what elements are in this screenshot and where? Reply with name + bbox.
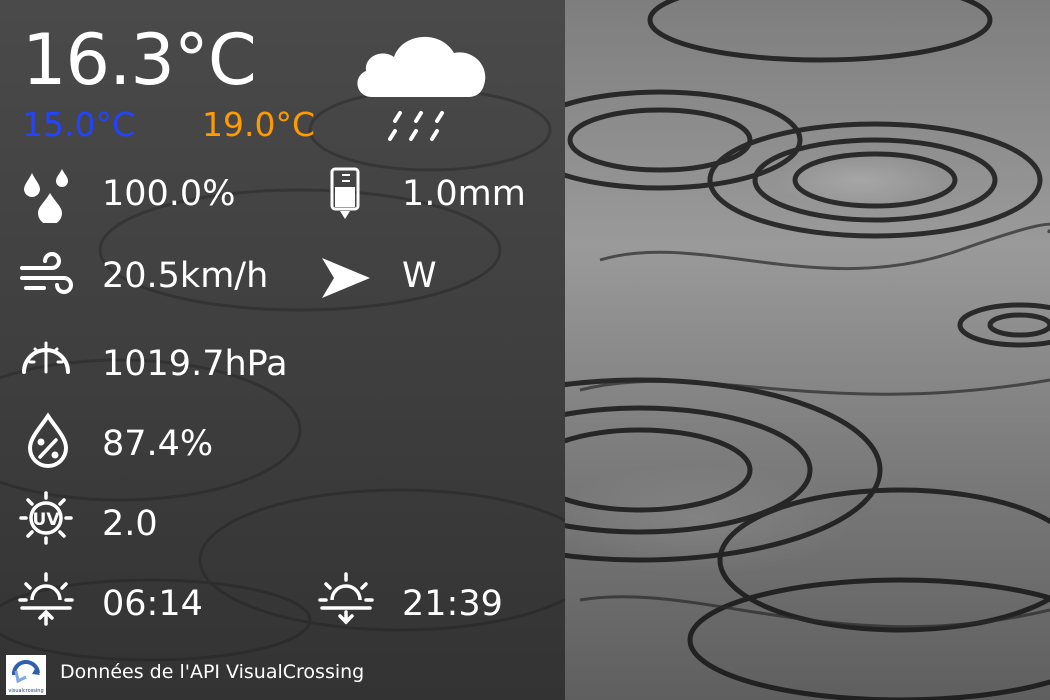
precipitation-probability: 100.0% (102, 174, 236, 214)
wind-speed: 20.5km/h (102, 256, 269, 296)
sunrise-icon (18, 572, 74, 626)
raindrops-icon (24, 169, 68, 223)
wind-icon (20, 252, 73, 294)
humidity-icon (27, 412, 69, 468)
weather-info-panel: 16.3°C 15.0°C 19.0°C 100.0% 1.0mm 20.5km… (0, 0, 565, 700)
svg-text:visualcrossing: visualcrossing (8, 688, 43, 694)
min-temperature: 15.0°C (22, 105, 136, 144)
uv-index: 2.0 (102, 504, 158, 544)
svg-text:UV: UV (33, 510, 61, 530)
wind-direction: W (402, 256, 437, 296)
sunset-icon (318, 572, 374, 625)
barometer-icon (22, 341, 70, 374)
visualcrossing-logo: visualcrossing (6, 655, 46, 695)
pressure: 1019.7hPa (102, 344, 288, 384)
max-temperature: 19.0°C (202, 105, 316, 144)
sunset-time: 21:39 (402, 584, 503, 624)
cloud-rain-icon (357, 36, 486, 141)
uv-index-icon: UV (19, 491, 73, 545)
humidity: 87.4% (102, 424, 214, 464)
weather-screen: 16.3°C 15.0°C 19.0°C 100.0% 1.0mm 20.5km… (0, 0, 1050, 700)
current-temperature: 16.3°C (22, 19, 257, 101)
data-attribution: Données de l'API VisualCrossing (60, 661, 365, 683)
rain-gauge-icon (330, 167, 360, 219)
sunrise-time: 06:14 (102, 584, 203, 624)
precipitation-amount: 1.0mm (402, 174, 526, 214)
wind-direction-arrow-icon (322, 258, 370, 298)
